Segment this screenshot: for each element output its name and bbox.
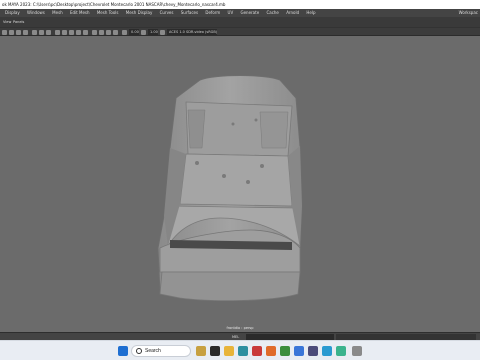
bookmark-icon[interactable] [16,30,21,35]
chrome-icon[interactable] [280,346,290,356]
viewport-menu-panels[interactable]: Panels [13,19,24,25]
search-placeholder: Search [145,348,161,354]
smooth-shade-icon[interactable] [62,30,67,35]
widgets-icon[interactable] [196,346,206,356]
wireframe-icon[interactable] [55,30,60,35]
menu-arnold[interactable]: Arnold [286,9,299,17]
menu-windows[interactable]: Windows [27,9,45,17]
taskbar-search[interactable]: Search [131,345,191,357]
menu-help[interactable]: Help [306,9,315,17]
xray-joints-icon[interactable] [106,30,111,35]
file-explorer-icon[interactable] [224,346,234,356]
app-icon-grey[interactable] [352,346,362,356]
menu-cache[interactable]: Cache [266,9,278,17]
app-icon-red[interactable] [252,346,262,356]
menu-mesh[interactable]: Mesh [52,9,63,17]
exposure-icon[interactable] [122,30,127,35]
color-space-dropdown[interactable]: ACES 1.0 SDR-video (sRGB) [167,29,217,35]
window-title: ok MAYA 2023: C:\Users\pc\Desktop\projec… [0,0,480,9]
gamma-field[interactable]: 1.00 [148,29,158,35]
camera-attributes-icon[interactable] [9,30,14,35]
app-icon-orange[interactable] [266,346,276,356]
3d-viewport[interactable]: frontdio : persp [0,36,480,332]
panel-toolbar: 0.00 1.00 ACES 1.0 SDR-video (sRGB) [0,27,480,36]
menu-display[interactable]: Display [5,9,20,17]
main-menubar: Display Windows Mesh Edit Mesh Mesh Tool… [0,9,480,17]
maya-app-icon[interactable] [238,346,248,356]
windows-start-icon[interactable] [118,346,128,356]
menu-surfaces[interactable]: Surfaces [181,9,198,17]
menu-generate[interactable]: Generate [240,9,259,17]
grid-icon[interactable] [32,30,37,35]
menu-edit-mesh[interactable]: Edit Mesh [70,9,90,17]
backface-icon[interactable] [113,30,118,35]
menu-mesh-display[interactable]: Mesh Display [126,9,153,17]
car-model [157,75,303,302]
viewport-menu-view[interactable]: View [3,19,11,25]
textured-icon[interactable] [69,30,74,35]
search-icon [136,348,142,354]
viewport-menu-row: View Panels [0,17,480,27]
isolate-select-icon[interactable] [92,30,97,35]
workspace-selector[interactable]: Workspac [459,9,478,17]
image-plane-icon[interactable] [23,30,28,35]
menu-uv[interactable]: UV [228,9,234,17]
app-icon-blue[interactable] [294,346,304,356]
edge-icon[interactable] [322,346,332,356]
app-icon-dark[interactable] [308,346,318,356]
color-management-icon[interactable] [160,30,165,35]
shadows-icon[interactable] [83,30,88,35]
lighting-icon[interactable] [76,30,81,35]
task-view-icon[interactable] [210,346,220,356]
camera-label: frontdio : persp [226,326,254,330]
xray-icon[interactable] [99,30,104,35]
menu-deform[interactable]: Deform [205,9,220,17]
command-line: MEL [0,332,480,340]
camera-icon[interactable] [2,30,7,35]
exposure-field[interactable]: 0.00 [129,29,139,35]
windows-taskbar: Search [0,340,480,360]
menu-curves[interactable]: Curves [160,9,174,17]
film-gate-icon[interactable] [39,30,44,35]
app-icon-teal[interactable] [336,346,346,356]
menu-mesh-tools[interactable]: Mesh Tools [97,9,119,17]
gamma-icon[interactable] [141,30,146,35]
resolution-gate-icon[interactable] [46,30,51,35]
